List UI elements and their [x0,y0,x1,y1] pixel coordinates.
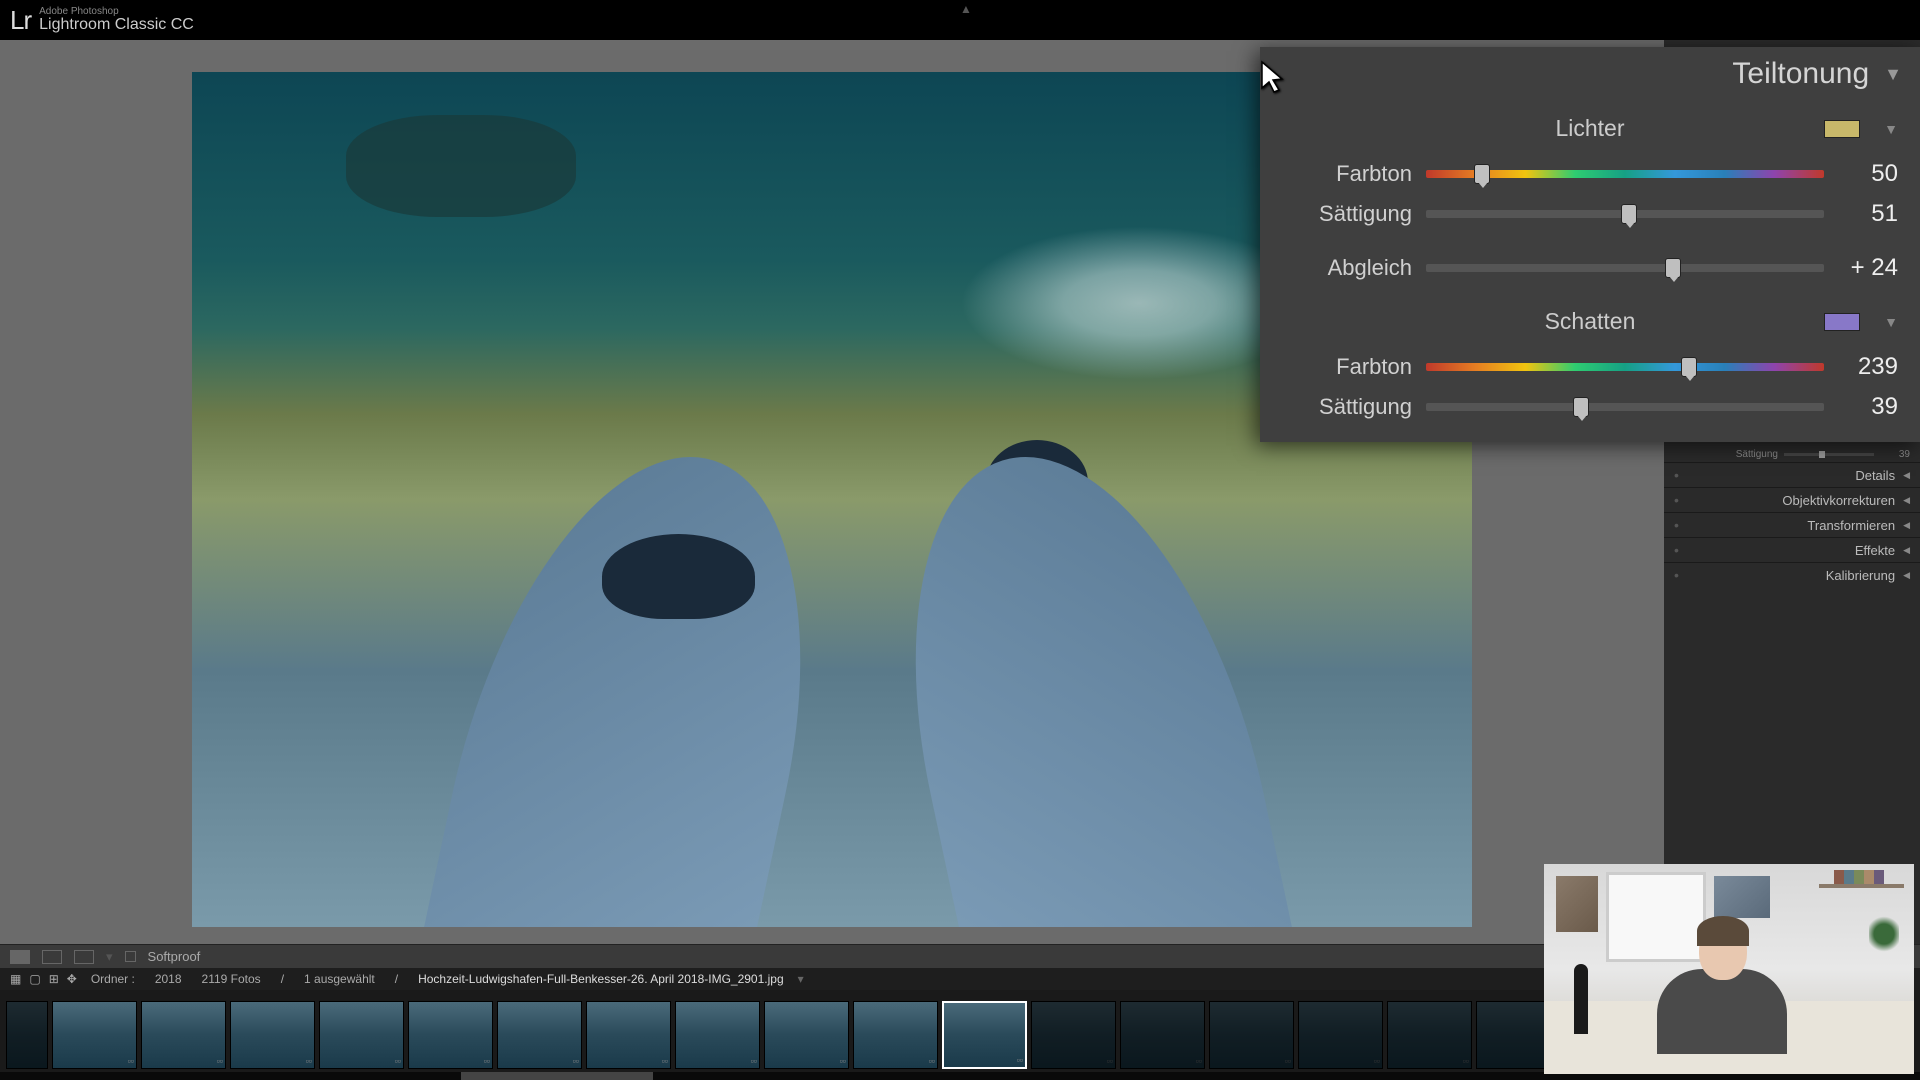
triangle-left-icon: ◀ [1903,570,1910,581]
triangle-left-icon: ◀ [1903,520,1910,531]
mini-sat-value: 39 [1880,449,1910,460]
highlights-hue-value[interactable]: 50 [1838,160,1898,188]
filmstrip-thumb[interactable]: ▫▫ [141,1001,226,1069]
loupe-view-button[interactable] [10,950,30,964]
grid-view-icon[interactable]: ▦ [10,972,21,986]
mini-shadow-sat-row[interactable]: Sättigung 39 [1664,446,1920,462]
panel-collapse-icon[interactable]: ▼ [1884,64,1902,85]
highlights-sat-value[interactable]: 51 [1838,200,1898,228]
shadows-hue-value[interactable]: 239 [1838,353,1898,381]
app-titlebar: Lr Adobe Photoshop Lightroom Classic CC … [0,0,1920,40]
shadows-sat-value[interactable]: 39 [1838,393,1898,421]
mouse-cursor-icon [1260,60,1286,101]
filmstrip-thumb[interactable]: ▫▫ [853,1001,938,1069]
filmstrip-thumb[interactable]: ▫▫ [1209,1001,1294,1069]
highlights-sat-slider[interactable]: Sättigung 51 [1260,194,1920,234]
webcam-overlay [1544,864,1914,1074]
filmstrip-thumb[interactable]: ▫▫ [408,1001,493,1069]
panel-title: Teiltonung [1732,57,1869,91]
filmstrip-thumb[interactable]: ▫▫ [764,1001,849,1069]
highlights-hue-slider[interactable]: Farbton 50 [1260,154,1920,194]
softproof-label: Softproof [148,949,201,964]
filmstrip-thumb[interactable]: ▫▫ [230,1001,315,1069]
panel-transform[interactable]: •Transformieren◀ [1664,512,1920,537]
panel-details[interactable]: •Details◀ [1664,462,1920,487]
triangle-left-icon: ◀ [1903,470,1910,481]
balance-value[interactable]: + 24 [1838,254,1898,282]
balance-slider[interactable]: Abgleich + 24 [1260,248,1920,288]
triangle-left-icon: ◀ [1903,495,1910,506]
softproof-checkbox[interactable] [125,951,136,962]
filmstrip-thumb[interactable]: ▫▫ [497,1001,582,1069]
split-toning-panel: Teiltonung ▼ Lichter ▼ Farbton 50 Sättig… [1260,47,1920,442]
current-filename[interactable]: Hochzeit-Ludwigshafen-Full-Benkesser-26.… [412,972,790,986]
panel-calibration[interactable]: •Kalibrierung◀ [1664,562,1920,587]
mini-sat-label: Sättigung [1718,449,1778,460]
folder-label: Ordner : [85,972,141,986]
filmstrip-thumb-selected[interactable]: ▫▫ [942,1001,1027,1069]
selected-count: 1 ausgewählt [298,972,381,986]
secondary-screen-icon[interactable]: ▢ [29,972,40,986]
filmstrip-thumb[interactable]: ▫▫ [1387,1001,1472,1069]
highlights-picker-icon[interactable]: ▼ [1884,121,1898,137]
filmstrip-thumb[interactable]: ▫▫ [586,1001,671,1069]
folder-year[interactable]: 2018 [149,972,188,986]
filmstrip-thumb[interactable]: ▫▫ [52,1001,137,1069]
app-logo: Lr [10,5,31,36]
highlights-swatch[interactable] [1824,120,1860,138]
filmstrip-thumb[interactable]: ▫▫ [675,1001,760,1069]
shadows-swatch[interactable] [1824,313,1860,331]
shadows-hue-slider[interactable]: Farbton 239 [1260,347,1920,387]
shadows-title: Schatten [1545,308,1636,335]
filmstrip-thumb[interactable]: ▫▫ [1031,1001,1116,1069]
photo-count: 2119 Fotos [196,972,267,986]
titlebar-caret-icon[interactable]: ▲ [960,2,972,16]
filmstrip-thumb[interactable]: ▫▫ [1120,1001,1205,1069]
panel-lens[interactable]: •Objektivkorrekturen◀ [1664,487,1920,512]
arrows-icon[interactable]: ✥ [67,972,77,986]
survey-view-button[interactable] [74,950,94,964]
shadows-picker-icon[interactable]: ▼ [1884,314,1898,330]
highlights-title: Lichter [1555,115,1624,142]
filmstrip-thumb[interactable]: ▫▫ [1298,1001,1383,1069]
app-name: Lightroom Classic CC [39,17,194,33]
shadows-sat-slider[interactable]: Sättigung 39 [1260,387,1920,427]
filmstrip-thumb[interactable] [6,1001,48,1069]
compare-view-button[interactable] [42,950,62,964]
filmstrip-thumb[interactable]: ▫▫ [319,1001,404,1069]
triangle-left-icon: ◀ [1903,545,1910,556]
grid-toggle-icon[interactable]: ⊞ [49,972,59,986]
panel-effects[interactable]: •Effekte◀ [1664,537,1920,562]
